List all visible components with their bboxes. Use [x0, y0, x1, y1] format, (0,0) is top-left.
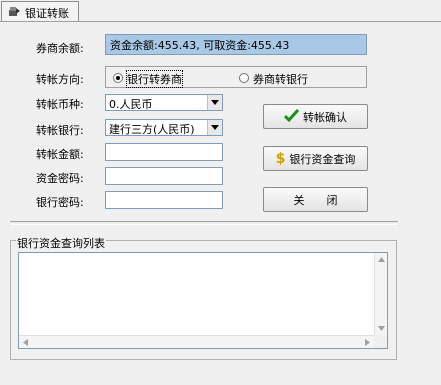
scroll-down-icon[interactable]	[378, 326, 385, 331]
dollar-icon: $	[275, 150, 286, 167]
chevron-down-icon[interactable]	[207, 120, 222, 135]
balance-display: 资金余额:455.43, 可取资金:455.43	[105, 34, 367, 55]
tab-label: 银证转账	[25, 7, 69, 20]
confirm-transfer-label: 转帐确认	[303, 110, 347, 124]
checkmark-icon	[283, 108, 300, 125]
confirm-transfer-button[interactable]: 转帐确认	[263, 104, 368, 129]
close-button[interactable]: 关 闭	[263, 187, 368, 212]
amount-label: 转帐金额:	[36, 148, 84, 161]
vertical-scrollbar[interactable]	[374, 253, 387, 335]
fund-password-label: 资金密码:	[36, 172, 84, 185]
query-bank-funds-button[interactable]: $ 银行资金查询	[263, 146, 368, 171]
bank-password-label: 银行密码:	[36, 196, 84, 209]
transfer-icon	[8, 5, 21, 17]
currency-value: 0.人民币	[109, 98, 153, 111]
chevron-down-icon[interactable]	[207, 95, 222, 110]
bank-label: 转帐银行:	[36, 124, 84, 137]
direction-label: 转帐方向:	[36, 73, 84, 86]
bank-value: 建行三方(人民币)	[109, 123, 195, 136]
close-label: 关 闭	[293, 193, 338, 207]
query-list-title: 银行资金查询列表	[16, 235, 106, 251]
radio-broker-to-bank-label[interactable]: 券商转银行	[253, 71, 308, 87]
scroll-corner	[374, 335, 387, 348]
query-bank-funds-label: 银行资金查询	[289, 152, 356, 166]
radio-bank-to-broker-label[interactable]: 银行转券商	[126, 70, 183, 88]
bank-password-input[interactable]	[105, 191, 223, 209]
radio-broker-to-bank[interactable]	[239, 73, 249, 83]
scroll-left-icon[interactable]	[23, 339, 28, 346]
horizontal-scrollbar[interactable]	[19, 335, 374, 348]
broker-balance-label: 券商余额:	[36, 42, 84, 55]
scroll-right-icon[interactable]	[365, 339, 370, 346]
currency-select[interactable]: 0.人民币	[105, 94, 223, 111]
tab-bank-transfer[interactable]: 银证转账	[1, 1, 79, 21]
currency-label: 转帐币种:	[36, 98, 84, 111]
fund-password-input[interactable]	[105, 167, 223, 185]
divider	[10, 221, 398, 225]
amount-input[interactable]	[105, 143, 223, 161]
scroll-up-icon[interactable]	[378, 257, 385, 262]
radio-bank-to-broker[interactable]	[113, 73, 123, 83]
query-result-list[interactable]	[18, 252, 388, 349]
bank-select[interactable]: 建行三方(人民币)	[105, 119, 223, 136]
